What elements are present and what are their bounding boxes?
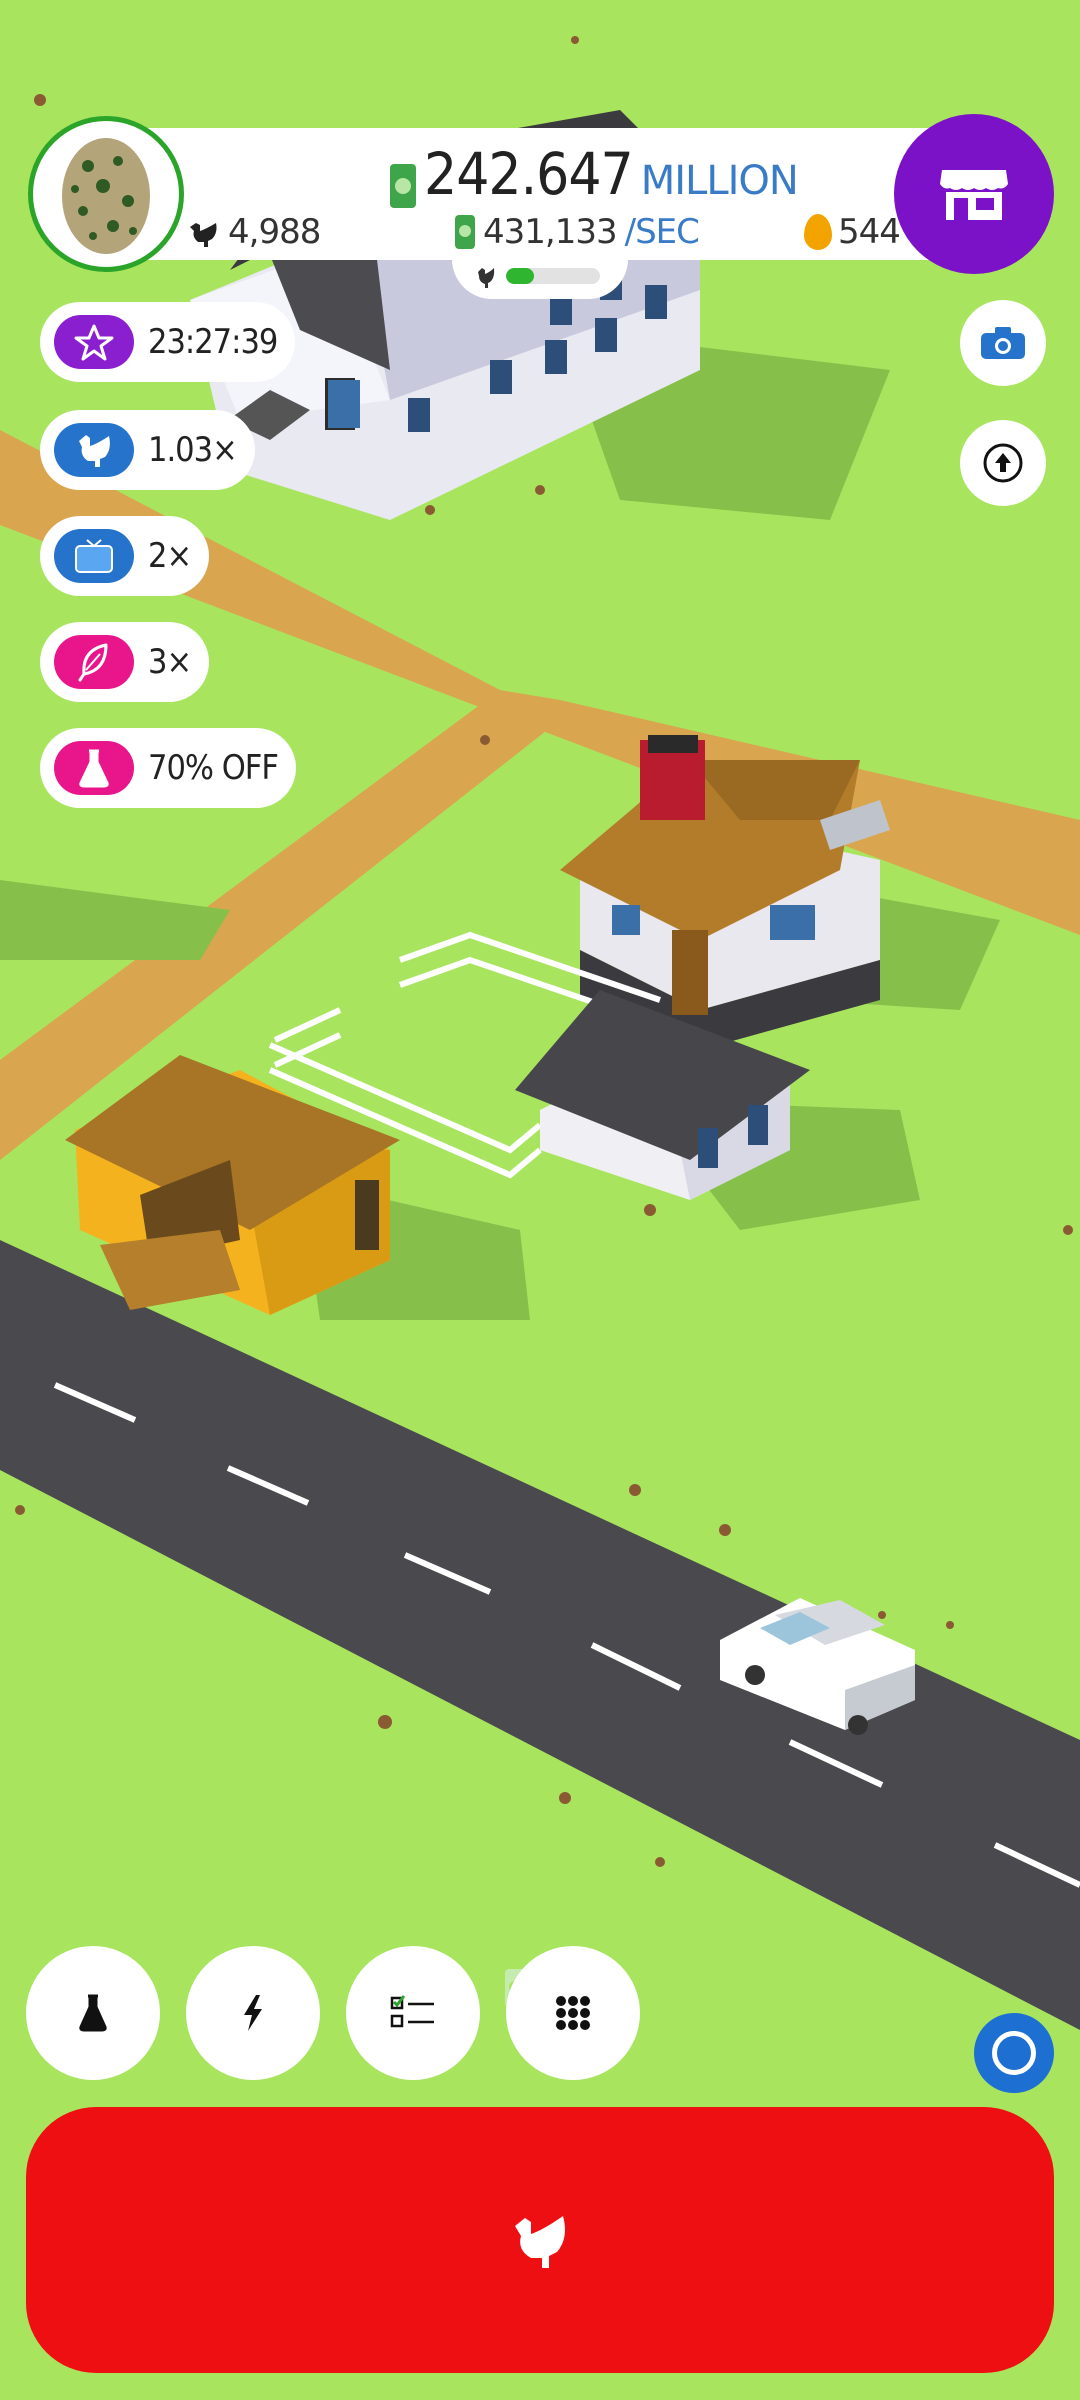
lightning-icon	[244, 1995, 262, 2031]
boost-pill-feather[interactable]: 3×	[40, 622, 210, 702]
egg-icon	[62, 138, 150, 254]
golden-egg-icon	[804, 214, 832, 250]
boost-label: 1.03×	[148, 430, 238, 470]
income-rate: 431,133/SEC	[455, 212, 700, 252]
chicken-icon	[79, 435, 110, 467]
grid-menu-icon	[556, 1996, 590, 2030]
flask-icon	[79, 1994, 107, 2032]
checklist-icon	[390, 1995, 434, 2028]
store-icon	[940, 170, 1008, 220]
shop-button[interactable]	[894, 114, 1054, 274]
boost-label: 3×	[148, 642, 192, 682]
research-button[interactable]	[26, 1946, 160, 2080]
chick-icon	[478, 268, 495, 288]
boosts-button[interactable]	[186, 1946, 320, 2080]
hatchery-progress-bar	[506, 268, 600, 284]
boost-icon-bg	[54, 315, 134, 369]
boost-label: 70% OFF	[148, 748, 279, 788]
rate-value: 431,133	[483, 212, 618, 252]
missions-button[interactable]	[346, 1946, 480, 2080]
tv-icon	[75, 539, 113, 573]
egg-avatar-button[interactable]	[28, 116, 184, 272]
flask-icon	[79, 749, 109, 788]
chicken-count-value: 4,988	[228, 212, 321, 252]
rate-unit: /SEC	[624, 212, 700, 252]
hatch-chicken-button[interactable]	[26, 2107, 1054, 2373]
boost-label: 2×	[148, 536, 192, 576]
golden-eggs: 544	[804, 212, 901, 252]
camera-icon	[981, 327, 1025, 359]
golden-eggs-value: 544	[838, 212, 901, 252]
cash-icon	[455, 215, 475, 249]
money-display: 242.647 MILLION	[390, 140, 799, 208]
boost-icon-bg	[54, 423, 134, 477]
arrow-up-circle-icon	[983, 443, 1023, 483]
ring-icon	[992, 2031, 1036, 2075]
money-unit: MILLION	[640, 158, 799, 204]
boost-pill-video[interactable]: 2×	[40, 516, 210, 596]
boost-icon-bg	[54, 741, 134, 795]
boost-label: 23:27:39	[148, 322, 278, 362]
boost-icon-bg	[54, 635, 134, 689]
star-icon	[74, 324, 114, 361]
feather-icon	[78, 643, 108, 682]
menu-button[interactable]	[506, 1946, 640, 2080]
boost-pill-research-sale[interactable]: 70% OFF	[40, 728, 296, 808]
floating-action-button[interactable]	[974, 2013, 1054, 2093]
hatchery-progress-fill	[506, 268, 535, 284]
boost-pill-event-timer[interactable]: 23:27:39	[40, 302, 296, 382]
chicken-icon	[190, 223, 217, 247]
boost-pill-chicken[interactable]: 1.03×	[40, 410, 255, 490]
chicken-icon	[515, 2216, 565, 2268]
money-value: 242.647	[424, 140, 634, 208]
cash-icon	[390, 164, 416, 208]
boost-icon-bg	[54, 529, 134, 583]
upgrade-button[interactable]	[960, 420, 1046, 506]
chicken-count: 4,988	[186, 212, 321, 252]
camera-button[interactable]	[960, 300, 1046, 386]
